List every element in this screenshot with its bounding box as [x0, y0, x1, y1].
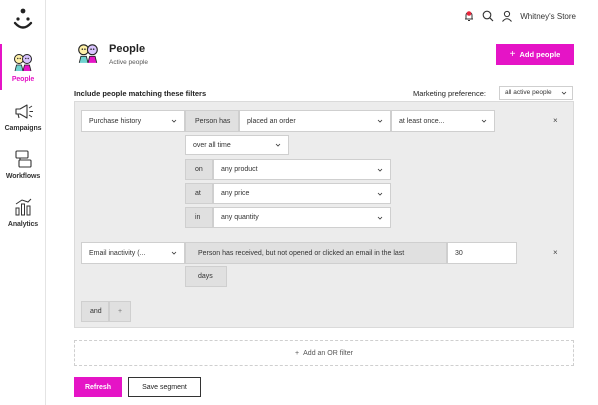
chevron-down-icon: [377, 119, 383, 123]
price-value: any price: [221, 190, 250, 197]
action-select[interactable]: placed an order: [239, 110, 391, 132]
in-label: in: [185, 207, 213, 228]
add-or-filter-label: Add an OR filter: [303, 349, 353, 357]
filter-type-select[interactable]: Email inactivity (...: [81, 242, 185, 264]
remove-filter-button[interactable]: ×: [553, 116, 558, 125]
marketing-preference-select[interactable]: all active people: [499, 86, 573, 100]
plus-icon: +: [509, 49, 516, 60]
price-select[interactable]: any price: [213, 183, 391, 204]
action-value: placed an order: [247, 117, 296, 125]
add-or-filter-button[interactable]: + Add an OR filter: [74, 340, 574, 366]
add-people-label: Add people: [519, 50, 561, 59]
plus-icon: +: [295, 349, 300, 357]
sidebar-item-label: Campaigns: [4, 125, 42, 132]
filter-type-value: Purchase history: [89, 117, 142, 125]
inactivity-days-value: 30: [455, 249, 463, 257]
filter-type-value: Email inactivity (...: [89, 249, 146, 257]
bell-icon[interactable]: [463, 10, 475, 22]
marketing-preference-value: all active people: [505, 89, 552, 96]
period-select[interactable]: over all time: [185, 135, 289, 155]
add-people-button[interactable]: + Add people: [496, 44, 574, 65]
chevron-down-icon: [481, 119, 487, 123]
chevron-down-icon: [275, 143, 281, 147]
topbar: Whitney's Store: [463, 9, 576, 23]
sidebar-item-label: Workflows: [5, 173, 41, 180]
frequency-value: at least once...: [399, 117, 445, 125]
app-root: People Campaigns Workflows Analytics Whi…: [0, 0, 598, 405]
page-title: People: [109, 43, 146, 55]
inactivity-days-input[interactable]: 30: [447, 242, 517, 264]
inactivity-description: Person has received, but not opened or c…: [185, 242, 447, 264]
and-button[interactable]: and: [81, 301, 109, 322]
sidebar-item-people[interactable]: People: [0, 44, 46, 90]
product-value: any product: [221, 166, 258, 173]
save-segment-button[interactable]: Save segment: [128, 377, 201, 397]
remove-filter-button[interactable]: ×: [553, 248, 558, 257]
page-subtitle: Active people: [109, 59, 149, 66]
search-icon[interactable]: [482, 10, 494, 22]
refresh-button[interactable]: Refresh: [74, 377, 122, 397]
chevron-down-icon: [377, 216, 383, 220]
filter-type-select[interactable]: Purchase history: [81, 110, 185, 132]
sidebar-item-label: People: [11, 76, 35, 83]
frequency-select[interactable]: at least once...: [391, 110, 495, 132]
period-value: over all time: [193, 141, 231, 149]
on-label: on: [185, 159, 213, 180]
marketing-preference-label: Marketing preference:: [413, 89, 486, 98]
chevron-down-icon: [561, 91, 567, 95]
workflow-icon: [15, 150, 32, 168]
filters-heading: Include people matching these filters: [74, 89, 207, 98]
sidebar-item-campaigns[interactable]: Campaigns: [0, 101, 46, 132]
people-avatar-icon: [78, 44, 98, 63]
at-label: at: [185, 183, 213, 204]
chart-icon: [15, 198, 32, 216]
people-icon: [14, 54, 32, 72]
chevron-down-icon: [377, 192, 383, 196]
days-unit-label: days: [185, 266, 227, 287]
sidebar-item-analytics[interactable]: Analytics: [0, 197, 46, 228]
user-icon[interactable]: [501, 10, 513, 22]
quantity-value: any quantity: [221, 214, 259, 221]
add-condition-button[interactable]: +: [109, 301, 131, 322]
sidebar-item-workflows[interactable]: Workflows: [0, 149, 46, 180]
megaphone-icon: [15, 104, 33, 119]
logo-icon[interactable]: [12, 8, 34, 32]
person-has-label: Person has: [185, 110, 239, 132]
chevron-down-icon: [171, 251, 177, 255]
quantity-select[interactable]: any quantity: [213, 207, 391, 228]
store-name[interactable]: Whitney's Store: [520, 12, 576, 21]
product-select[interactable]: any product: [213, 159, 391, 180]
filter-panel: Purchase history Person has placed an or…: [74, 101, 574, 328]
chevron-down-icon: [171, 119, 177, 123]
sidebar-item-label: Analytics: [7, 221, 39, 228]
sidebar: People Campaigns Workflows Analytics: [0, 0, 46, 405]
chevron-down-icon: [377, 168, 383, 172]
